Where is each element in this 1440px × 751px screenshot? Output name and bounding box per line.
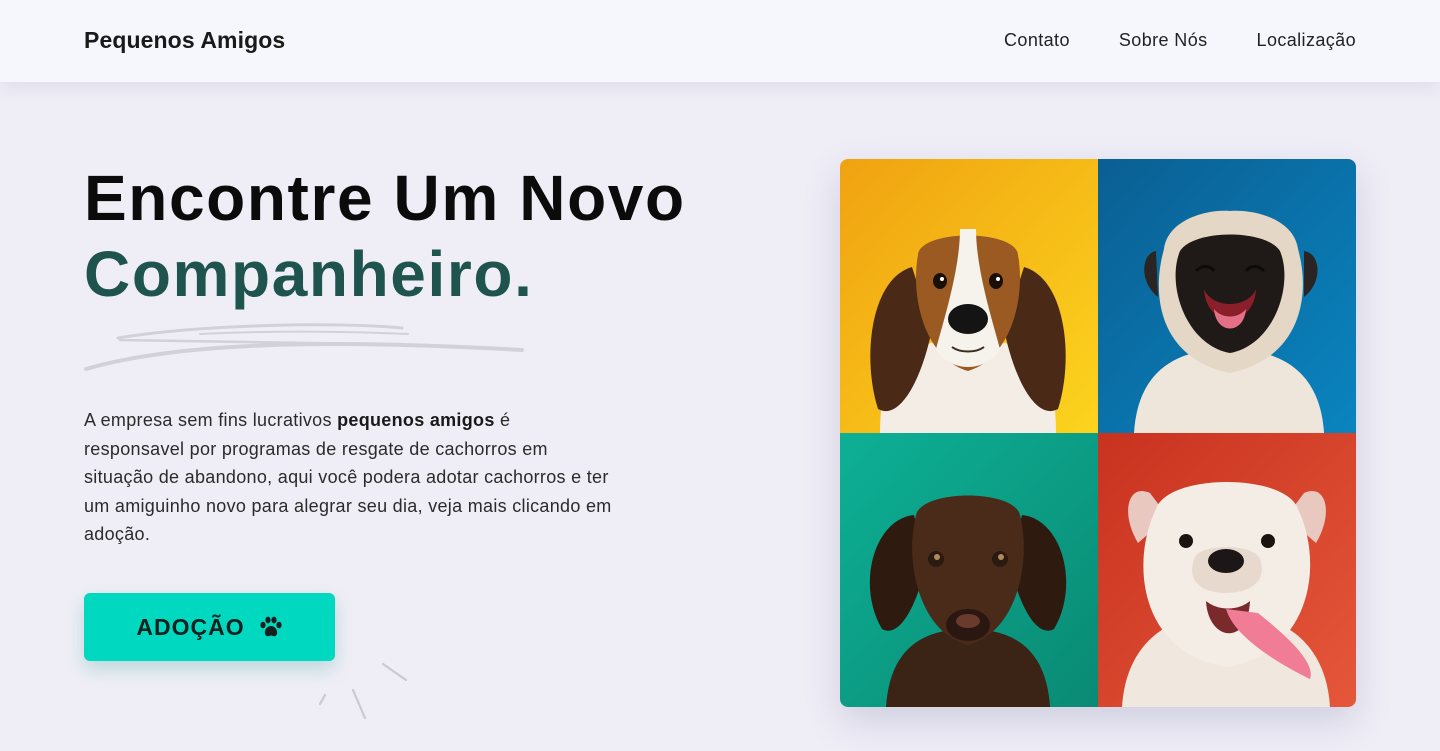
nav-link-localizacao[interactable]: Localização bbox=[1257, 30, 1356, 51]
top-navigation-bar: Pequenos Amigos Contato Sobre Nós Locali… bbox=[0, 0, 1440, 82]
hero-title-line-2: Companheiro. bbox=[84, 238, 534, 310]
labrador-puppy-photo bbox=[840, 433, 1098, 707]
beagle-puppy-photo bbox=[840, 159, 1098, 433]
paw-icon bbox=[260, 616, 282, 637]
hero-description: A empresa sem fins lucrativos pequenos a… bbox=[84, 406, 614, 549]
description-intro: A empresa sem fins lucrativos bbox=[84, 410, 332, 430]
hero-title-line-1: Encontre Um Novo bbox=[84, 162, 686, 234]
description-highlight: pequenos amigos bbox=[337, 410, 495, 430]
nav-link-contato[interactable]: Contato bbox=[1004, 30, 1070, 51]
scribble-underline-decoration bbox=[84, 323, 524, 371]
pug-puppy-photo bbox=[1098, 159, 1356, 433]
puppy-photo-grid bbox=[840, 159, 1356, 707]
sparkle-decoration bbox=[318, 662, 408, 720]
brand-logo[interactable]: Pequenos Amigos bbox=[84, 27, 285, 54]
bulldog-puppy-photo bbox=[1098, 433, 1356, 707]
description-body: é responsavel por programas de resgate d… bbox=[84, 410, 612, 545]
adoption-button-label: ADOÇÃO bbox=[136, 613, 245, 640]
hero-title: Encontre Um Novo Companheiro. bbox=[84, 160, 686, 312]
nav-link-sobre-nos[interactable]: Sobre Nós bbox=[1119, 30, 1208, 51]
main-nav: Contato Sobre Nós Localização bbox=[1004, 30, 1356, 51]
adoption-button[interactable]: ADOÇÃO bbox=[84, 593, 335, 661]
